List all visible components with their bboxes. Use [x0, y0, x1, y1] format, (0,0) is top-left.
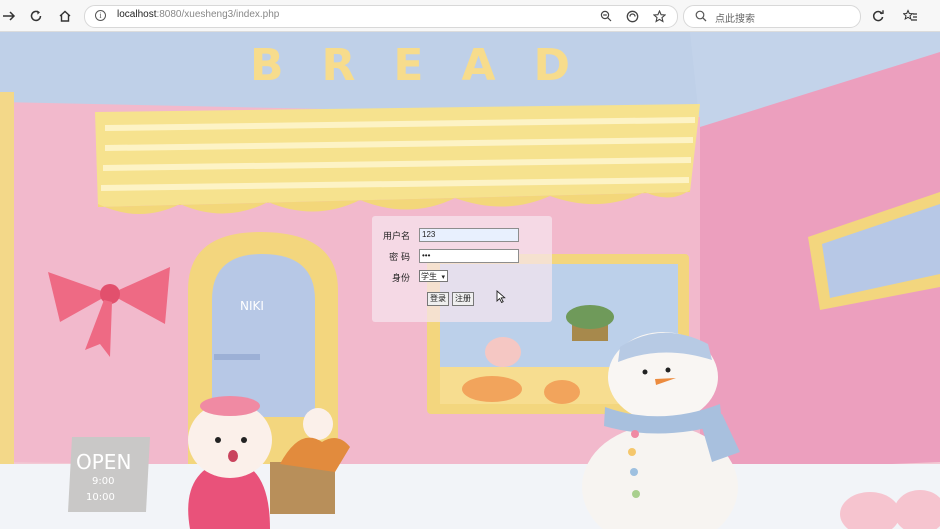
browser-toolbar: i localhost:8080/xuesheng3/index.php 点此搜… — [0, 0, 940, 32]
translate-icon[interactable] — [623, 7, 641, 25]
username-input[interactable]: 123 — [419, 228, 519, 242]
password-label: 密 码 — [389, 253, 410, 263]
open-sign-title: OPEN — [76, 450, 131, 474]
zoom-icon[interactable] — [597, 7, 615, 25]
register-button[interactable]: 注册 — [452, 292, 474, 306]
username-label: 用户名 — [382, 232, 410, 242]
button-row: 登录 注册 — [372, 292, 552, 307]
password-row: 密 码 ••• — [372, 249, 552, 264]
bread-sign: BREAD — [250, 40, 608, 91]
more-menu-icon[interactable] — [928, 0, 940, 31]
bread-roll — [544, 380, 580, 404]
open-sign-time2: 10:00 — [86, 492, 115, 503]
url-path: :8080/xuesheng3/index.php — [156, 9, 280, 20]
role-select[interactable]: 学生 ▾ — [419, 270, 448, 282]
chevron-down-icon: ▾ — [441, 273, 445, 281]
bunny-in-window — [485, 337, 521, 367]
home-icon[interactable] — [54, 0, 76, 31]
page-viewport: BREAD NIKI OPEN 9:00 10:00 用户名 123 密 码 •… — [0, 32, 940, 529]
username-row: 用户名 123 — [372, 228, 552, 243]
search-icon — [695, 10, 707, 22]
open-sign-time1: 9:00 — [92, 476, 114, 487]
role-row: 身份 学生 ▾ — [372, 270, 552, 285]
role-label: 身份 — [391, 274, 410, 284]
left-pillar — [0, 92, 14, 472]
favorite-star-icon[interactable] — [650, 7, 668, 25]
login-form: 用户名 123 密 码 ••• 身份 学生 ▾ 登录 注册 — [372, 216, 552, 322]
role-select-value: 学生 — [421, 272, 437, 281]
door-handle — [214, 354, 260, 360]
password-input[interactable]: ••• — [419, 249, 519, 263]
site-info-icon[interactable]: i — [95, 10, 106, 21]
extension-icon[interactable] — [867, 0, 889, 31]
door-glass — [212, 254, 315, 417]
address-bar[interactable]: i localhost:8080/xuesheng3/index.php — [84, 5, 678, 28]
reload-icon[interactable] — [25, 0, 47, 31]
favorites-list-icon[interactable] — [899, 0, 921, 31]
bread-loaf — [462, 376, 522, 402]
login-button[interactable]: 登录 — [427, 292, 449, 306]
plant-leaves — [566, 305, 614, 329]
door-text: NIKI — [240, 299, 264, 313]
search-box[interactable]: 点此搜索 — [683, 5, 861, 28]
url-host: localhost — [117, 9, 157, 20]
search-placeholder: 点此搜索 — [715, 14, 755, 25]
url-text[interactable]: localhost:8080/xuesheng3/index.php — [117, 9, 279, 20]
forward-icon[interactable] — [0, 0, 20, 31]
open-sign-board: OPEN 9:00 10:00 — [68, 437, 150, 512]
mouse-cursor-icon — [496, 290, 506, 303]
